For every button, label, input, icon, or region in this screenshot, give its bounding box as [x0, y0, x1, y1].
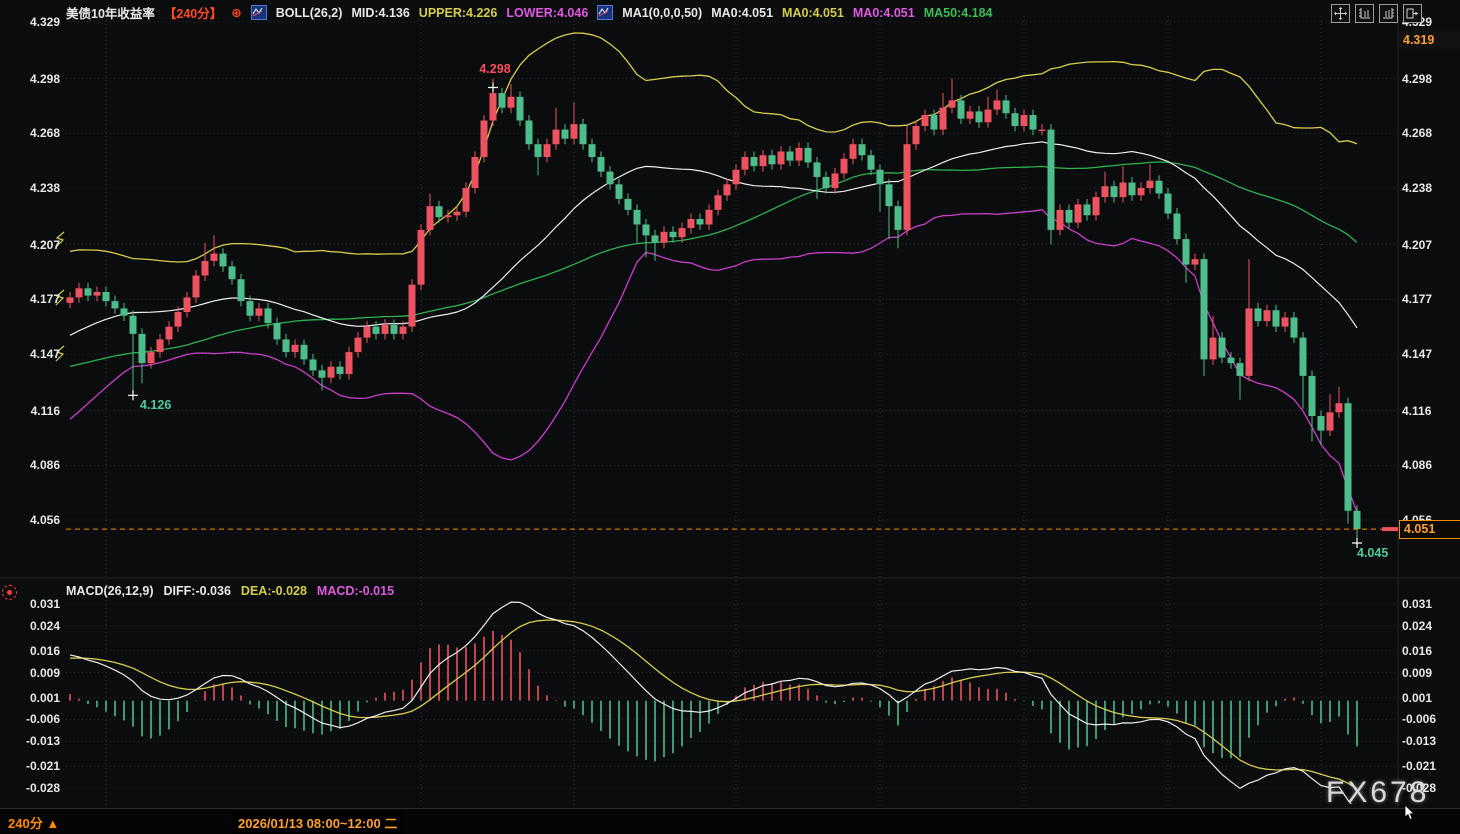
mouse-cursor — [1404, 805, 1415, 821]
extreme-cross-marker — [128, 390, 138, 401]
boll-mid-value: MID:4.136 — [351, 5, 410, 20]
ma0-value-white: MA0:4.051 — [711, 5, 774, 20]
ma0-value-magenta: MA0:4.051 — [852, 5, 915, 20]
candlestick-macd-chart[interactable] — [0, 0, 1460, 834]
interval-selector[interactable]: 240分 ▲ — [8, 813, 59, 832]
clipped-data-marker — [55, 231, 65, 248]
axis-right-scale-icon[interactable] — [1379, 4, 1398, 23]
macd-diff-line — [69, 601, 1352, 804]
boll-lower-line — [69, 209, 1358, 513]
clipped-data-marker — [55, 289, 65, 306]
pop-out-icon[interactable] — [1403, 4, 1422, 23]
ma50-value: MA50:4.184 — [923, 5, 993, 20]
chart-toolbar — [1331, 4, 1422, 23]
interval-badge[interactable]: 【240分】 — [164, 3, 222, 22]
boll-upper-value: UPPER:4.226 — [418, 5, 498, 20]
instrument-title: 美债10年收益率 — [66, 7, 155, 21]
record-dot-icon[interactable] — [2, 585, 17, 600]
boll-upper-line — [69, 32, 1358, 263]
macd-dea-line — [69, 619, 1358, 790]
macd-indicator-header: MACD(26,12,9) DIFF:-0.036 DEA:-0.028 MAC… — [66, 584, 394, 598]
boll-params-label: BOLL(26,2) — [275, 5, 343, 20]
time-axis-bar: 240分 ▲ 2026/01/13 08:00~12:00 二 — [0, 808, 1460, 834]
ma-params-label: MA1(0,0,0,50) — [622, 5, 703, 20]
clipped-data-marker — [55, 345, 65, 362]
macd-diff-value: DIFF:-0.036 — [163, 584, 231, 598]
boll-lower-value: LOWER:4.046 — [506, 5, 589, 20]
ma0-value-yellow: MA0:4.051 — [782, 5, 844, 20]
macd-hist-value: MACD:-0.015 — [316, 584, 395, 598]
extreme-cross-marker — [1352, 538, 1362, 548]
macd-params-label: MACD(26,12,9) — [66, 584, 154, 598]
last-close-tick — [1382, 527, 1398, 532]
axis-price-marker-high: 4.319 — [1399, 31, 1460, 50]
ma50-line — [69, 161, 1358, 368]
boll-mid-line — [69, 141, 1358, 336]
axis-price-marker-last: 4.051 — [1399, 520, 1460, 540]
add-indicator-icon[interactable]: ⊕ — [231, 5, 241, 20]
mini-chart-icon[interactable] — [597, 5, 614, 20]
chart-application-window: 4.3294.3294.2984.2984.2684.2684.2384.238… — [0, 0, 1460, 834]
main-indicator-header: 美债10年收益率 【240分】 ⊕ BOLL(26,2) MID:4.136 U… — [66, 3, 993, 22]
mini-chart-icon[interactable] — [250, 5, 267, 20]
extreme-cross-marker — [488, 82, 498, 93]
selected-bar-info: 2026/01/13 08:00~12:00 二 — [232, 811, 404, 834]
move-crosshair-icon[interactable] — [1331, 4, 1350, 23]
up-arrow-icon: ▲ — [46, 816, 60, 831]
macd-dea-value: DEA:-0.028 — [240, 584, 307, 598]
axis-left-scale-icon[interactable] — [1355, 4, 1374, 23]
